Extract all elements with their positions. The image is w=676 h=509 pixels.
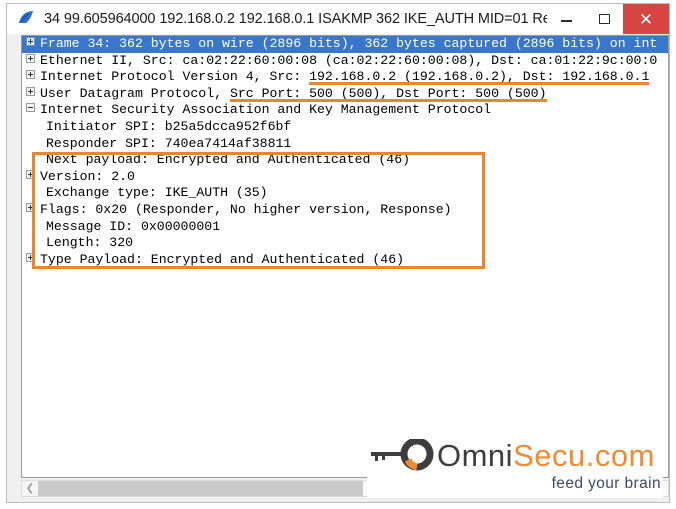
packet-tree-row[interactable]: Next payload: Encrypted and Authenticate… — [22, 152, 668, 169]
window-titlebar: 34 99.605964000 192.168.0.2 192.168.0.1 … — [7, 4, 669, 34]
row-text: Frame 34: 362 bytes on wire (2896 bits),… — [40, 36, 658, 51]
row-text: Ethernet II, Src: ca:02:22:60:00:08 (ca:… — [40, 52, 658, 68]
expand-icon[interactable] — [26, 37, 35, 46]
row-text-highlighted: 192.168.0.2 (192.168.0.2), Dst: 192.168.… — [309, 69, 650, 85]
wireshark-window: 34 99.605964000 192.168.0.2 192.168.0.1 … — [6, 3, 670, 503]
screenshot-root: 34 99.605964000 192.168.0.2 192.168.0.1 … — [0, 0, 676, 509]
expand-icon[interactable] — [26, 86, 35, 96]
packet-detail-tree[interactable]: Frame 34: 362 bytes on wire (2896 bits),… — [22, 36, 668, 268]
row-text: Message ID: 0x00000001 — [46, 218, 221, 234]
collapse-icon[interactable] — [26, 103, 35, 113]
expand-icon[interactable] — [26, 202, 35, 212]
row-text: Flags: 0x20 (Responder, No higher versio… — [40, 201, 452, 217]
packet-tree-row[interactable]: Ethernet II, Src: ca:02:22:60:00:08 (ca:… — [22, 53, 668, 70]
packet-tree-row[interactable]: Internet Protocol Version 4, Src: 192.16… — [22, 69, 668, 86]
window-controls: ✕ — [547, 4, 669, 34]
omnisecu-logo: Omni Secu.com feed your brain — [367, 436, 663, 498]
key-icon — [367, 437, 441, 473]
close-icon: ✕ — [638, 9, 654, 29]
minimize-button[interactable] — [547, 4, 585, 34]
maximize-icon — [598, 14, 610, 24]
row-text: Type Payload: Encrypted and Authenticate… — [40, 251, 405, 267]
expand-icon[interactable] — [26, 70, 35, 80]
expand-icon[interactable] — [26, 53, 35, 63]
packet-tree-row[interactable]: Frame 34: 362 bytes on wire (2896 bits),… — [22, 36, 668, 53]
packet-tree-row[interactable]: Flags: 0x20 (Responder, No higher versio… — [22, 202, 668, 219]
expand-icon[interactable] — [26, 169, 35, 179]
close-button[interactable]: ✕ — [623, 4, 669, 34]
packet-tree-row[interactable]: Message ID: 0x00000001 — [22, 219, 668, 236]
row-text: Next payload: Encrypted and Authenticate… — [46, 152, 411, 168]
row-text: Internet Security Association and Key Ma… — [40, 102, 492, 118]
packet-tree-row[interactable]: Exchange type: IKE_AUTH (35) — [22, 185, 668, 202]
packet-tree-row[interactable]: User Datagram Protocol, Src Port: 500 (5… — [22, 86, 668, 103]
packet-tree-row[interactable]: Internet Security Association and Key Ma… — [22, 102, 668, 119]
packet-detail-pane[interactable]: Frame 34: 362 bytes on wire (2896 bits),… — [21, 35, 669, 478]
row-text: Responder SPI: 740ea7414af38811 — [46, 135, 292, 151]
row-text: Exchange type: IKE_AUTH (35) — [46, 185, 268, 201]
row-text-prefix: User Datagram Protocol, — [40, 85, 230, 101]
logo-wordmark: Omni Secu.com — [367, 436, 655, 476]
row-text: Initiator SPI: b25a5dcca952f6bf — [46, 118, 292, 134]
packet-tree-row[interactable]: Version: 2.0 — [22, 169, 668, 186]
scrollbar-thumb[interactable] — [38, 481, 363, 496]
packet-tree-row[interactable]: Initiator SPI: b25a5dcca952f6bf — [22, 119, 668, 136]
expand-icon[interactable] — [26, 252, 35, 262]
packet-tree-row[interactable]: Responder SPI: 740ea7414af38811 — [22, 136, 668, 153]
scroll-left-arrow-icon[interactable]: ❮ — [22, 481, 38, 496]
maximize-button[interactable] — [585, 4, 623, 34]
wireshark-icon — [17, 9, 37, 29]
row-text: Length: 320 — [46, 235, 134, 251]
minimize-icon — [560, 20, 572, 22]
packet-tree-row[interactable]: Length: 320 — [22, 235, 668, 252]
row-text-highlighted: Src Port: 500 (500), Dst Port: 500 (500) — [229, 85, 547, 101]
row-text-prefix: Internet Protocol Version 4, Src: — [40, 69, 310, 85]
window-title: 34 99.605964000 192.168.0.2 192.168.0.1 … — [44, 11, 547, 27]
packet-tree-row[interactable]: Type Payload: Encrypted and Authenticate… — [22, 252, 668, 269]
logo-tagline: feed your brain — [551, 475, 661, 492]
row-text: Version: 2.0 — [40, 168, 135, 184]
logo-text-omni: Omni — [437, 438, 514, 473]
logo-text-secu: Secu.com — [513, 438, 655, 473]
